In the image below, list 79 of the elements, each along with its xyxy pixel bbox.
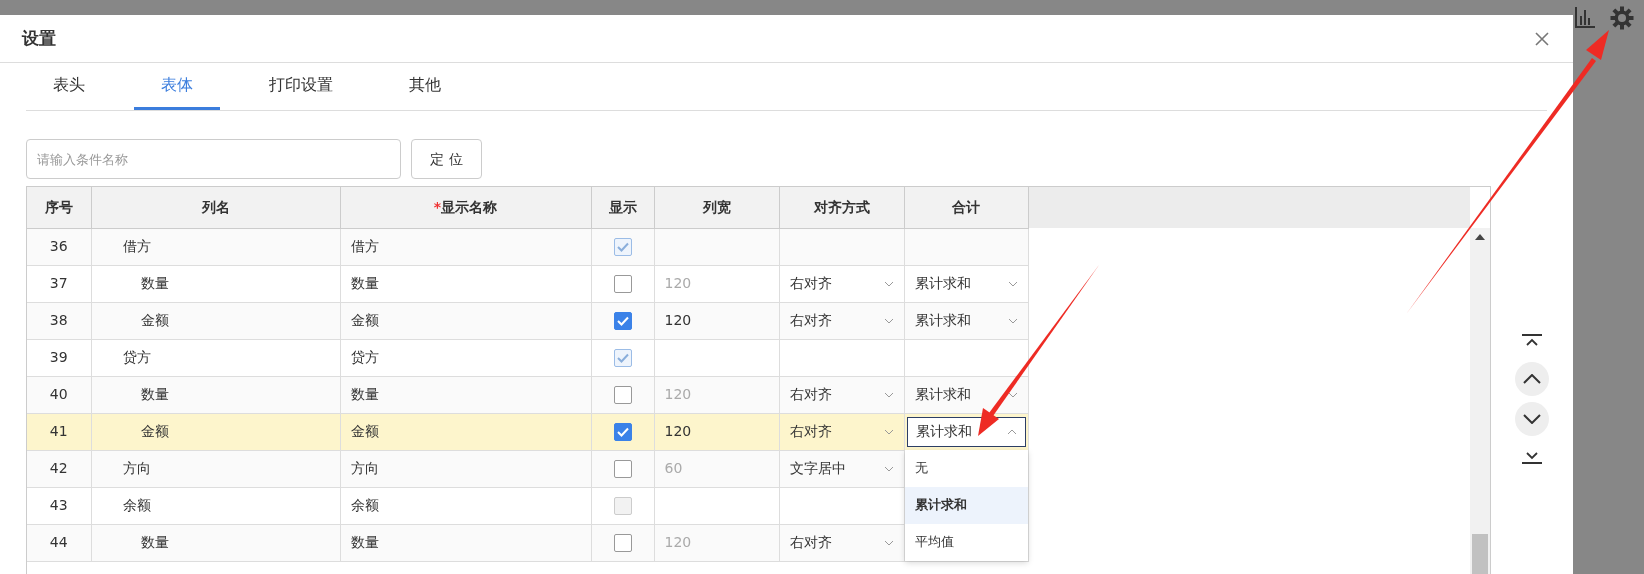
scroll-up-icon[interactable]	[1475, 234, 1485, 240]
table-cell: 43	[27, 487, 91, 524]
chevron-icon	[883, 428, 894, 435]
table-cell: 金额	[91, 302, 340, 339]
scrollbar-thumb[interactable]	[1472, 534, 1488, 574]
tab[interactable]: 其他	[382, 63, 468, 110]
table-cell: 38	[27, 302, 91, 339]
table-cell: 金额	[340, 302, 591, 339]
table-cell: 贷方	[91, 339, 340, 376]
tab[interactable]: 打印设置	[242, 63, 360, 110]
close-button[interactable]	[1533, 29, 1551, 48]
dropdown-option[interactable]: 无	[904, 449, 1028, 487]
table-row[interactable]: 38 金额 金额 120 右对齐 累计求和	[27, 302, 1028, 339]
table-cell: 借方	[91, 228, 340, 265]
table-cell: 39	[27, 339, 91, 376]
table-cell: 余额	[340, 487, 591, 524]
scroll-bottom-icon	[1521, 450, 1543, 464]
chevron-up-icon	[1523, 374, 1541, 384]
tab[interactable]: 表头	[26, 63, 112, 110]
checkbox[interactable]	[613, 386, 632, 404]
table-cell: 数量	[340, 376, 591, 413]
search-field[interactable]: 请输入条件名称	[26, 139, 401, 179]
chevron-icon	[1006, 428, 1017, 435]
chevron-icon	[883, 465, 894, 472]
checkbox[interactable]	[613, 312, 632, 330]
table-row[interactable]: 36 借方 借方	[27, 228, 1028, 265]
table-cell: 数量	[91, 524, 340, 561]
scrollbar[interactable]	[1470, 228, 1490, 574]
scroll-up-button[interactable]	[1515, 362, 1549, 396]
table-cell: 数量	[340, 265, 591, 302]
locate-button[interactable]: 定 位	[411, 139, 482, 179]
checkbox[interactable]	[613, 275, 632, 293]
column-header: 列宽	[654, 187, 779, 228]
width-value[interactable]: 120	[664, 312, 692, 328]
table-row[interactable]: 39 贷方 贷方	[27, 339, 1028, 376]
checkbox[interactable]	[613, 423, 632, 441]
table-cell: 金额	[91, 413, 340, 450]
chevron-icon	[1007, 317, 1018, 324]
table-cell: 数量	[340, 524, 591, 561]
table-cell: 36	[27, 228, 91, 265]
table-cell: 44	[27, 524, 91, 561]
checkbox[interactable]	[613, 534, 632, 552]
table-cell: 金额	[340, 413, 591, 450]
scroll-down-button[interactable]	[1515, 402, 1549, 436]
checkbox[interactable]	[613, 460, 632, 478]
table-cell: 数量	[91, 265, 340, 302]
column-header: 合计	[904, 187, 1028, 228]
settings-icon[interactable]	[1610, 6, 1634, 30]
width-value[interactable]: 120	[664, 423, 692, 439]
dropdown-option[interactable]: 平均值	[904, 523, 1028, 561]
table-row[interactable]: 37 数量 数量 120 右对齐 累计求和	[27, 265, 1028, 302]
table-cell: 贷方	[340, 339, 591, 376]
table-row[interactable]: 40 数量 数量 120 右对齐 累计求和	[27, 376, 1028, 413]
table-cell: 42	[27, 450, 91, 487]
table-cell: 数量	[91, 376, 340, 413]
table-cell: 41	[27, 413, 91, 450]
column-header: 显示	[591, 187, 654, 228]
bar-chart-icon[interactable]	[1574, 6, 1596, 28]
dropdown-option[interactable]: 累计求和	[904, 486, 1028, 524]
column-header: 对齐方式	[779, 187, 904, 228]
column-header: *显示名称	[340, 187, 591, 228]
chevron-icon	[883, 317, 894, 324]
table-cell: 37	[27, 265, 91, 302]
chevron-icon	[883, 280, 894, 287]
chevron-icon	[1007, 280, 1018, 287]
column-header: 序号	[27, 187, 91, 228]
table-cell: 40	[27, 376, 91, 413]
table-cell: 方向	[340, 450, 591, 487]
sum-select[interactable]: 累计求和	[906, 416, 1026, 447]
tab[interactable]: 表体	[134, 63, 220, 110]
table-cell: 余额	[91, 487, 340, 524]
table-cell: 方向	[91, 450, 340, 487]
column-header: 列名	[91, 187, 340, 228]
chevron-icon	[883, 539, 894, 546]
chevron-icon	[883, 391, 894, 398]
table-cell: 借方	[340, 228, 591, 265]
dialog-title: 设置	[22, 26, 56, 50]
chevron-down-icon	[1523, 414, 1541, 424]
scroll-top-icon	[1521, 334, 1543, 348]
